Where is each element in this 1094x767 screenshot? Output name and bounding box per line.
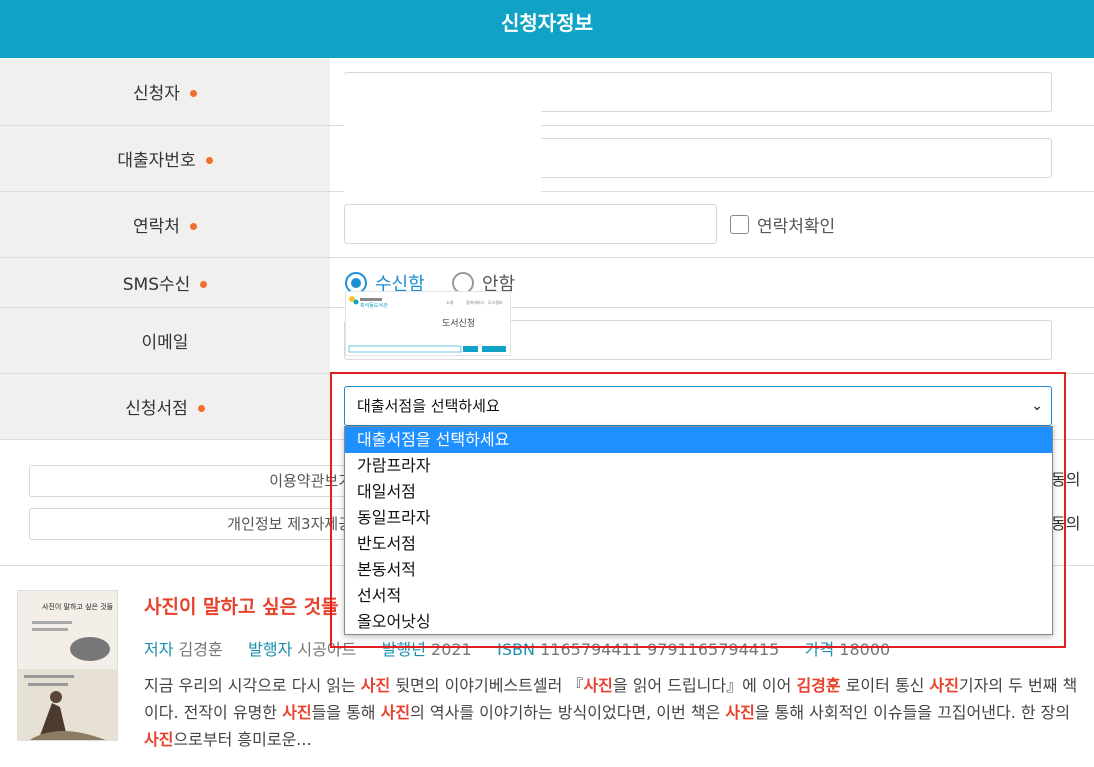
- phone-check-checkbox[interactable]: [730, 215, 749, 234]
- thumbnail-nav-3: 도서정보: [488, 299, 503, 305]
- thumbnail-preview: 흑석동도서관 소개 참여서비스 도서정보 도서신청: [348, 296, 506, 353]
- page-title: 신청자정보: [501, 11, 593, 35]
- desc-keyword: 사진: [929, 676, 959, 695]
- phone-input[interactable]: [344, 204, 717, 244]
- sms-label-cell: SMS수신: [0, 258, 330, 307]
- thumbnail-nav-2: 참여서비스: [466, 299, 485, 305]
- book-cover-image[interactable]: 사진이 말하고 싶은 것들: [17, 590, 118, 741]
- redacted-area: [344, 74, 541, 202]
- required-dot: [205, 157, 213, 164]
- desc-text: 지금 우리의 시각으로 다시 읽는: [144, 676, 361, 695]
- publisher-label: 발행자: [248, 640, 293, 659]
- header-bar: 신청자정보: [0, 0, 1094, 58]
- bookstore-label: 신청서점: [125, 399, 188, 419]
- desc-keyword: 사진: [360, 676, 391, 695]
- applicant-label: 신청자: [133, 84, 180, 104]
- desc-text: 로이터 통신: [840, 676, 930, 695]
- author-label: 저자: [144, 640, 174, 659]
- required-dot: [189, 223, 197, 230]
- book-title[interactable]: 사진이 말하고 싶은 것들: [144, 592, 339, 619]
- thumbnail-title: 도서신청: [442, 318, 475, 329]
- phone-row: 연락처 연락처확인: [0, 192, 1094, 258]
- desc-text: 을 통해 사회적인 이슈들을 끄집어낸다. 한 장의: [754, 703, 1071, 722]
- desc-keyword: 사진: [583, 676, 613, 695]
- card-number-label: 대출자번호: [117, 151, 196, 171]
- sms-row: SMS수신 수신함 안함: [0, 258, 1094, 308]
- thumbnail-nav-1: 소개: [446, 299, 454, 305]
- desc-text: 의 역사를 이야기하는 방식이었다면, 이번 책은: [410, 703, 726, 722]
- email-label-cell: 이메일: [0, 308, 330, 373]
- desc-keyword: 사진: [144, 730, 174, 749]
- page-thumbnail: 흑석동도서관 소개 참여서비스 도서정보 도서신청: [345, 291, 511, 356]
- required-dot: [200, 281, 208, 288]
- required-dot: [189, 90, 197, 97]
- thumbnail-logo: 흑석동도서관: [360, 302, 388, 309]
- third-party-view-button[interactable]: 개인정보 제3자제공: [29, 508, 359, 540]
- desc-text: 뒷면의 이야기베스트셀러 『: [390, 676, 584, 695]
- phone-label: 연락처: [133, 217, 180, 237]
- bookstore-label-cell: 신청서점: [0, 374, 330, 439]
- book-cover-title: 사진이 말하고 싶은 것들: [42, 602, 114, 611]
- applicant-row: 신청자: [0, 58, 1094, 126]
- terms-view-button[interactable]: 이용약관보기: [29, 465, 359, 497]
- desc-text: 을 읽어 드립니다』에 이어: [612, 676, 797, 695]
- book-cover-art: 사진이 말하고 싶은 것들: [18, 591, 117, 740]
- phone-check[interactable]: 연락처확인: [730, 212, 835, 237]
- desc-keyword: 사진: [725, 703, 755, 722]
- card-number-row: 대출자번호: [0, 126, 1094, 192]
- required-dot: [197, 405, 205, 412]
- email-row: 이메일: [0, 308, 1094, 374]
- highlight-frame: [330, 372, 1066, 648]
- author-value: 김경훈: [178, 640, 223, 659]
- applicant-label-cell: 신청자: [0, 58, 330, 125]
- desc-text: 으로부터 흥미로운...: [173, 730, 312, 749]
- phone-label-cell: 연락처: [0, 192, 330, 257]
- book-description: 지금 우리의 시각으로 다시 읽는 사진 뒷면의 이야기베스트셀러 『사진을 읽…: [144, 672, 1079, 753]
- card-number-label-cell: 대출자번호: [0, 126, 330, 191]
- desc-text: 들을 통해: [311, 703, 381, 722]
- desc-keyword: 사진: [380, 703, 411, 722]
- desc-keyword: 김경훈: [796, 676, 841, 695]
- phone-check-label: 연락처확인: [757, 217, 836, 237]
- sms-label: SMS수신: [122, 275, 191, 295]
- email-label: 이메일: [141, 333, 189, 353]
- desc-keyword: 사진: [282, 703, 312, 722]
